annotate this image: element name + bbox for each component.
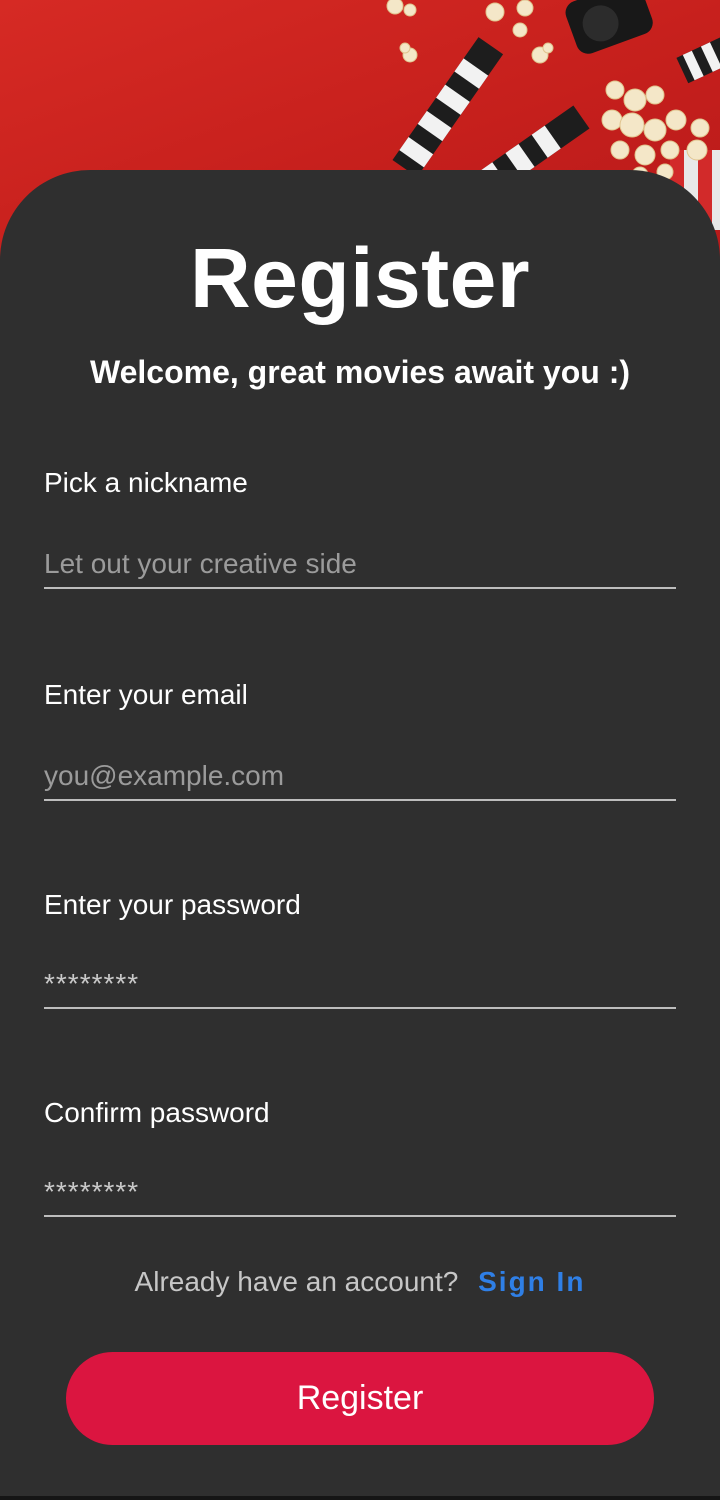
bottom-edge (0, 1496, 720, 1500)
signin-prompt: Already have an account? (134, 1266, 459, 1297)
password-input[interactable] (44, 961, 676, 1009)
page-title: Register (189, 231, 531, 325)
nickname-label: Pick a nickname (44, 467, 248, 498)
email-label: Enter your email (44, 679, 248, 710)
email-input[interactable] (44, 753, 676, 801)
password-label: Enter your password (44, 889, 301, 920)
signin-row: Already have an account? Sign In (0, 1262, 720, 1302)
confirm-password-input[interactable] (44, 1169, 676, 1217)
nickname-input[interactable] (44, 541, 676, 589)
confirm-password-label: Confirm password (44, 1097, 270, 1128)
page-subtitle: Welcome, great movies await you :) (89, 354, 630, 390)
register-button[interactable]: Register (66, 1352, 654, 1445)
signin-link[interactable]: Sign In (478, 1266, 585, 1297)
